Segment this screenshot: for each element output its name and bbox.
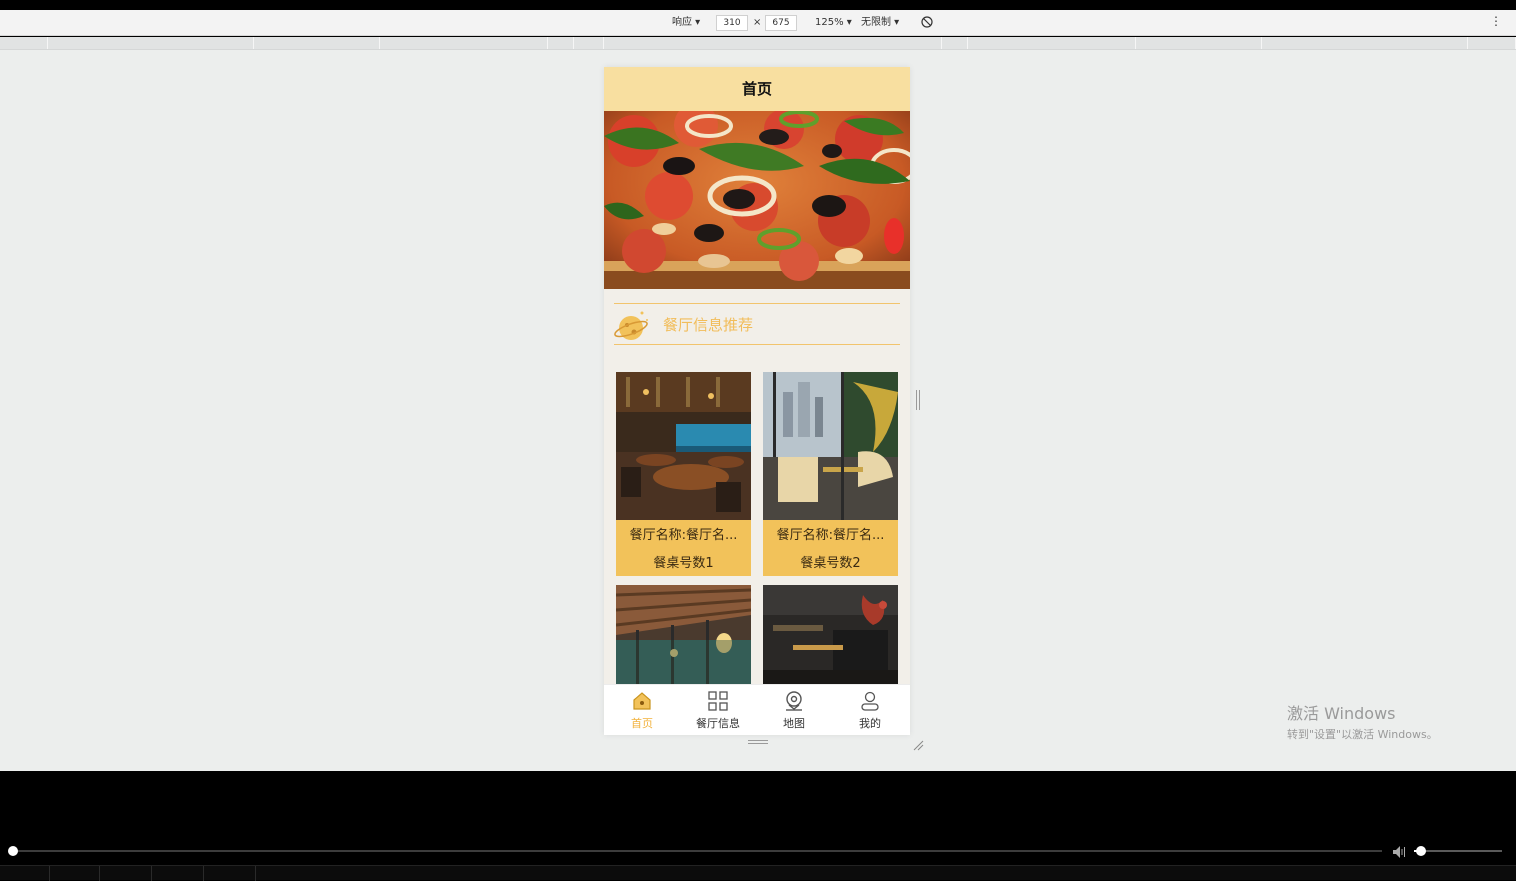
dimension-separator: ×: [753, 17, 762, 28]
activate-subtitle: 转到"设置"以激活 Windows。: [1287, 728, 1438, 741]
restaurant-card[interactable]: 餐厅名称:餐厅名... 餐桌号数1: [616, 372, 751, 576]
user-icon: [859, 691, 881, 711]
section-header: 餐厅信息推荐: [614, 303, 900, 345]
viewport-height-input[interactable]: 675: [765, 15, 797, 31]
restaurant-card[interactable]: [616, 585, 751, 685]
restaurant-card[interactable]: 餐厅名称:餐厅名... 餐桌号数2: [763, 372, 898, 576]
tab-restaurant-info[interactable]: 餐厅信息: [680, 685, 756, 735]
page-title: 首页: [604, 67, 910, 111]
restaurant-image: [763, 585, 898, 685]
restaurant-image: [616, 372, 751, 520]
viewport-resize-handle-right[interactable]: [916, 390, 920, 410]
viewport-resize-handle-bottom[interactable]: [748, 740, 768, 744]
seek-bar[interactable]: [12, 850, 1382, 852]
map-pin-icon: [783, 691, 805, 711]
volume-slider[interactable]: [1414, 850, 1502, 852]
device-mode-select[interactable]: 响应 ▾: [672, 16, 700, 30]
activate-title: 激活 Windows: [1287, 704, 1396, 723]
mobile-viewport: 首页 餐厅信息推荐 餐厅名称:餐厅名... 餐桌号数1 餐厅名称:餐厅名... …: [604, 67, 910, 735]
video-player-controls: [0, 771, 1516, 881]
tab-home[interactable]: 首页: [604, 685, 680, 735]
rotate-icon[interactable]: [920, 15, 934, 29]
restaurant-image: [616, 585, 751, 685]
seek-handle[interactable]: [8, 846, 18, 856]
restaurant-name: 餐厅名称:餐厅名...: [629, 528, 738, 543]
table-number: 餐桌号数2: [800, 556, 861, 571]
restaurant-image: [763, 372, 898, 520]
bottom-tab-bar: 首页 餐厅信息 地图 我的: [604, 684, 910, 735]
throttle-select[interactable]: 无限制 ▾: [861, 16, 899, 30]
zoom-select[interactable]: 125% ▾: [815, 16, 852, 30]
window-top-bar: [0, 0, 1516, 10]
grid-icon: [707, 691, 729, 711]
tab-label: 地图: [783, 717, 805, 730]
section-title: 餐厅信息推荐: [663, 316, 754, 334]
table-number: 餐桌号数1: [653, 556, 714, 571]
more-icon[interactable]: ⋮: [1490, 14, 1502, 28]
tab-label: 首页: [631, 717, 653, 730]
media-query-ruler[interactable]: [0, 37, 1516, 50]
tab-label: 餐厅信息: [696, 717, 740, 730]
restaurant-card[interactable]: [763, 585, 898, 685]
home-icon: [631, 691, 653, 711]
volume-handle[interactable]: [1416, 846, 1427, 856]
windows-activation-watermark: 激活 Windows 转到"设置"以激活 Windows。: [1287, 700, 1438, 742]
restaurant-name: 餐厅名称:餐厅名...: [776, 528, 885, 543]
player-bottom-strip: [0, 865, 1516, 881]
tab-map[interactable]: 地图: [756, 685, 832, 735]
banner-image[interactable]: [604, 111, 910, 289]
planet-icon: [614, 308, 650, 344]
viewport-resize-corner-icon[interactable]: [912, 736, 924, 751]
tab-mine[interactable]: 我的: [832, 685, 908, 735]
tab-label: 我的: [859, 717, 881, 730]
devtools-device-toolbar: 响应 ▾ 310 × 675 125% ▾ 无限制 ▾ ⋮: [0, 10, 1516, 36]
viewport-width-input[interactable]: 310: [716, 15, 748, 31]
volume-icon[interactable]: [1392, 844, 1408, 858]
